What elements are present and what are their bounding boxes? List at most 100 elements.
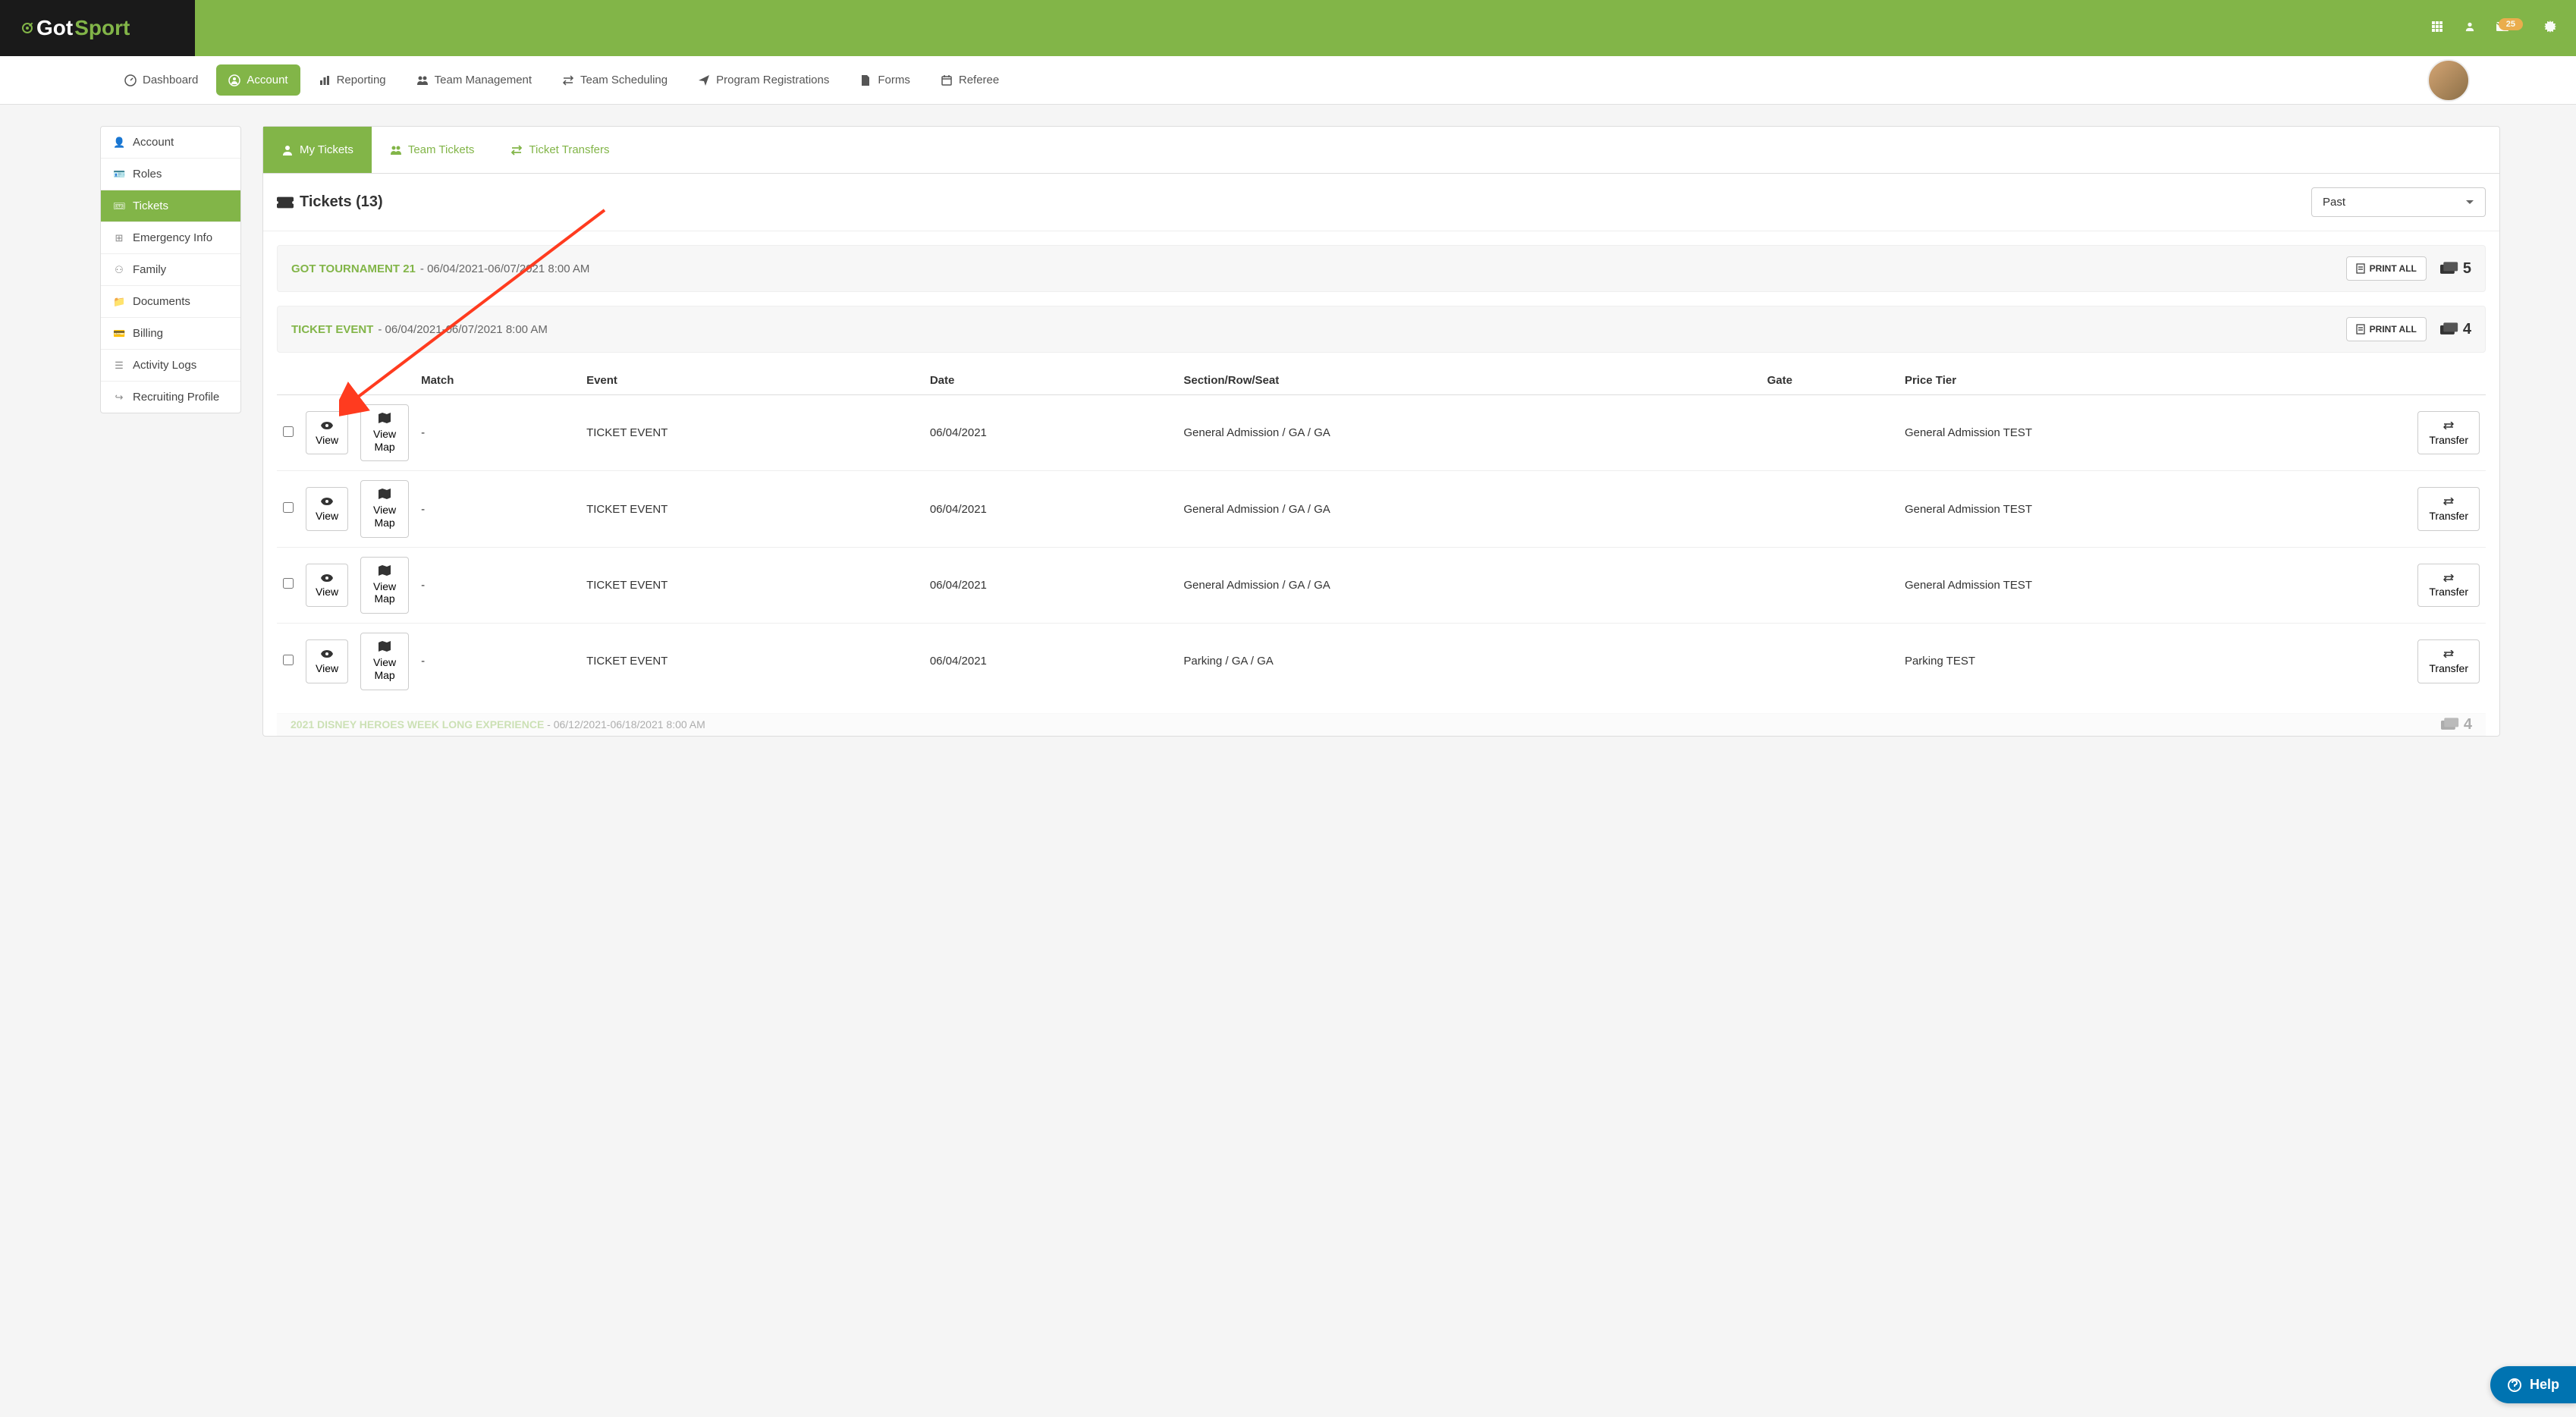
view-button[interactable]: View (306, 564, 348, 608)
nav-team-scheduling[interactable]: Team Scheduling (550, 64, 680, 96)
nav-forms[interactable]: Forms (847, 64, 922, 96)
col-event: Event (580, 366, 924, 395)
map-icon (379, 641, 391, 655)
sidebar-label: Tickets (133, 200, 168, 212)
sidebar-item-roles[interactable]: 🪪 Roles (101, 159, 240, 190)
logo-area[interactable]: GotSport (0, 0, 195, 56)
dropdown-value: Past (2323, 196, 2345, 209)
user-avatar[interactable] (2427, 59, 2470, 102)
row-checkbox[interactable] (283, 502, 294, 513)
dashboard-icon (124, 74, 137, 86)
transfer-button[interactable]: Transfer (2417, 411, 2480, 455)
event-name-link[interactable]: TICKET EVENT (291, 323, 373, 336)
filter-dropdown[interactable]: Past (2311, 187, 2486, 217)
user-icon[interactable] (2464, 21, 2475, 36)
cell-section: Parking / GA / GA (1177, 624, 1761, 699)
swap-icon (2443, 648, 2454, 661)
nav-team-management[interactable]: Team Management (404, 64, 544, 96)
gear-icon[interactable] (2544, 20, 2556, 36)
transfer-button[interactable]: Transfer (2417, 564, 2480, 608)
plus-square-icon: ⊞ (113, 232, 125, 244)
sidebar-item-documents[interactable]: 📁 Documents (101, 286, 240, 318)
row-checkbox[interactable] (283, 578, 294, 589)
sidebar-item-activity-logs[interactable]: ☰ Activity Logs (101, 350, 240, 382)
sidebar-label: Recruiting Profile (133, 391, 219, 404)
main-nav-items: Dashboard Account Reporting Team Managem… (112, 64, 1011, 96)
nav-reporting[interactable]: Reporting (306, 64, 398, 96)
cell-event: TICKET EVENT (580, 547, 924, 623)
row-checkbox[interactable] (283, 426, 294, 437)
logo-text-got: Got (36, 16, 73, 40)
sidebar-item-emergency[interactable]: ⊞ Emergency Info (101, 222, 240, 254)
view-button[interactable]: View (306, 639, 348, 683)
map-icon (379, 489, 391, 502)
transfer-button[interactable]: Transfer (2417, 487, 2480, 531)
event-name-link[interactable]: GOT TOURNAMENT 21 (291, 262, 416, 275)
nav-program-registrations[interactable]: Program Registrations (686, 64, 841, 96)
nav-label: Forms (878, 74, 910, 86)
swap-icon (2443, 419, 2454, 432)
help-icon (2507, 1378, 2522, 1393)
content: 👤 Account 🪪 Roles 🎟 Tickets ⊞ Emergency … (0, 105, 2576, 737)
view-button[interactable]: View (306, 411, 348, 455)
list-icon: ☰ (113, 360, 125, 372)
cell-price: General Admission TEST (1899, 471, 2411, 547)
eye-icon (321, 572, 333, 585)
nav-dashboard[interactable]: Dashboard (112, 64, 210, 96)
view-map-button[interactable]: View Map (360, 480, 409, 537)
swap-icon (2443, 495, 2454, 508)
sidebar-item-family[interactable]: ⚇ Family (101, 254, 240, 286)
sidebar-item-account[interactable]: 👤 Account (101, 127, 240, 159)
nav-referee[interactable]: Referee (928, 64, 1011, 96)
sidebar-item-tickets[interactable]: 🎟 Tickets (101, 190, 240, 222)
cell-event: TICKET EVENT (580, 624, 924, 699)
swap-icon (510, 144, 523, 156)
grid-icon[interactable] (2431, 20, 2443, 36)
view-map-button[interactable]: View Map (360, 633, 409, 690)
nav-label: Team Scheduling (580, 74, 668, 86)
sidebar-item-billing[interactable]: 💳 Billing (101, 318, 240, 350)
file-icon (859, 74, 872, 86)
help-button[interactable]: Help (2490, 1366, 2576, 1403)
cell-gate (1761, 395, 1899, 471)
share-icon: ↪ (113, 391, 125, 404)
table-row: View View Map - TICKET EVENT 06/04/2021 … (277, 395, 2486, 471)
ticket-count: 5 (2440, 260, 2471, 278)
cell-date: 06/04/2021 (924, 624, 1178, 699)
sitemap-icon: ⚇ (113, 264, 125, 276)
sidebar-item-recruiting[interactable]: ↪ Recruiting Profile (101, 382, 240, 413)
mail-icon[interactable]: 25 (2496, 21, 2523, 35)
event-header-row-partial: 2021 DISNEY HEROES WEEK LONG EXPERIENCE … (277, 713, 2486, 736)
transfer-button[interactable]: Transfer (2417, 639, 2480, 683)
event-name-link[interactable]: 2021 DISNEY HEROES WEEK LONG EXPERIENCE (291, 718, 544, 730)
sub-tabs: My Tickets Team Tickets Ticket Transfers (263, 127, 2499, 174)
view-map-button[interactable]: View Map (360, 404, 409, 461)
cell-price: Parking TEST (1899, 624, 2411, 699)
nav-label: Account (247, 74, 287, 86)
tickets-table: Match Event Date Section/Row/Seat Gate P… (277, 366, 2486, 699)
view-button[interactable]: View (306, 487, 348, 531)
cell-date: 06/04/2021 (924, 395, 1178, 471)
tab-ticket-transfers[interactable]: Ticket Transfers (492, 127, 627, 173)
event-daterange: - 06/04/2021-06/07/2021 8:00 AM (378, 323, 548, 336)
user-icon (281, 144, 294, 156)
sidebar-label: Account (133, 136, 174, 149)
id-card-icon: 🪪 (113, 168, 125, 181)
sidebar-label: Documents (133, 295, 190, 308)
tab-my-tickets[interactable]: My Tickets (263, 127, 372, 173)
cell-price: General Admission TEST (1899, 547, 2411, 623)
tab-team-tickets[interactable]: Team Tickets (372, 127, 493, 173)
nav-account[interactable]: Account (216, 64, 300, 96)
table-row: View View Map - TICKET EVENT 06/04/2021 … (277, 624, 2486, 699)
print-all-button[interactable]: PRINT ALL (2346, 256, 2427, 281)
tab-label: My Tickets (300, 143, 353, 156)
users-icon (390, 144, 402, 156)
nav-label: Reporting (337, 74, 386, 86)
view-map-button[interactable]: View Map (360, 557, 409, 614)
sidebar: 👤 Account 🪪 Roles 🎟 Tickets ⊞ Emergency … (100, 126, 241, 413)
event-daterange: - 06/12/2021-06/18/2021 8:00 AM (547, 718, 705, 730)
print-all-button[interactable]: PRINT ALL (2346, 317, 2427, 341)
eye-icon (321, 419, 333, 432)
row-checkbox[interactable] (283, 655, 294, 665)
credit-card-icon: 💳 (113, 328, 125, 340)
